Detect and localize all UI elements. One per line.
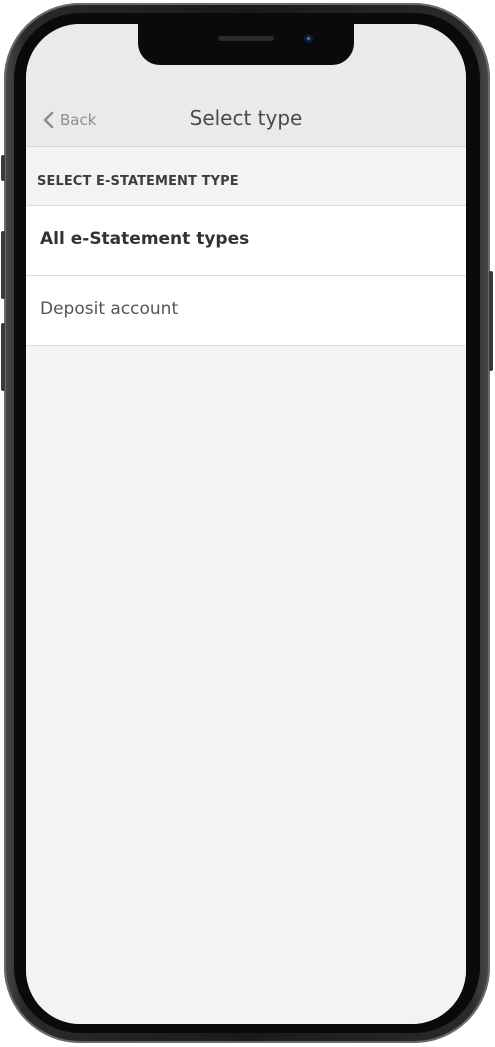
section-header: SELECT E-STATEMENT TYPE xyxy=(26,147,466,206)
notch xyxy=(138,24,354,65)
section-header-label: SELECT E-STATEMENT TYPE xyxy=(37,174,239,189)
list-item-label: Deposit account xyxy=(40,299,179,319)
empty-content-area xyxy=(26,346,466,1024)
list-item-deposit-account[interactable]: Deposit account xyxy=(26,276,466,346)
silent-switch xyxy=(1,155,5,181)
phone-frame: Back Select type SELECT E-STATEMENT TYPE… xyxy=(1,3,493,1043)
list-item-all-e-statement-types[interactable]: All e-Statement types xyxy=(26,206,466,276)
phone-screen: Back Select type SELECT E-STATEMENT TYPE… xyxy=(26,24,466,1024)
page-title: Select type xyxy=(189,106,303,130)
statement-type-list: All e-Statement types Deposit account xyxy=(26,206,466,346)
volume-up-button xyxy=(1,231,5,299)
list-item-label: All e-Statement types xyxy=(40,229,250,249)
power-button xyxy=(489,271,493,371)
phone-bezel: Back Select type SELECT E-STATEMENT TYPE… xyxy=(14,13,480,1033)
front-camera-icon xyxy=(304,34,313,43)
volume-down-button xyxy=(1,323,5,391)
speaker-grille xyxy=(218,36,274,41)
